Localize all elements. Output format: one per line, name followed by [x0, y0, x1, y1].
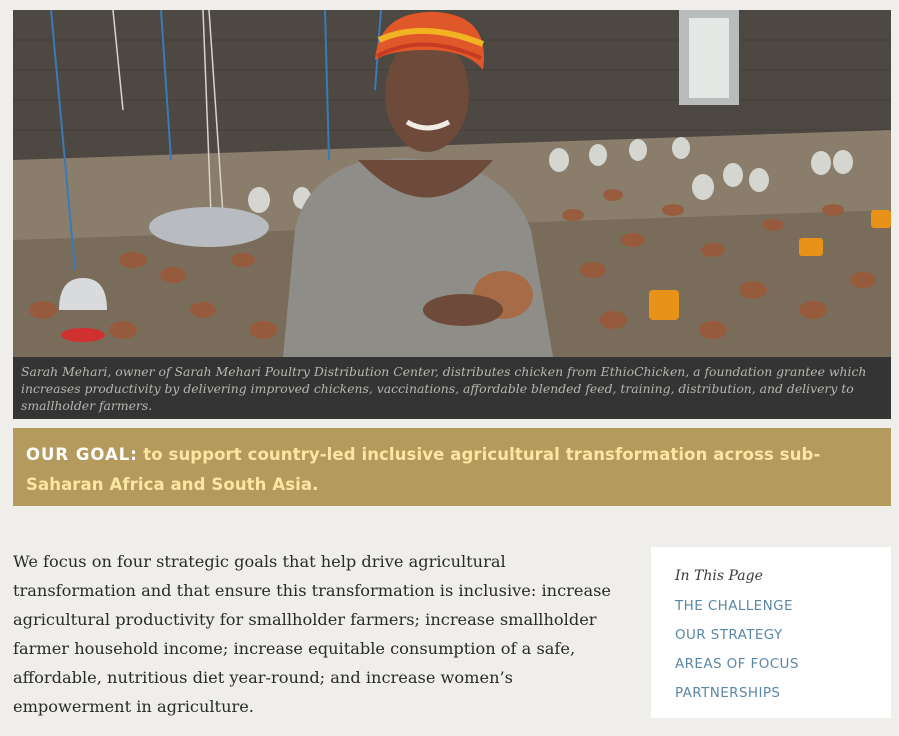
toc-link-our-strategy[interactable]: OUR STRATEGY: [675, 622, 867, 651]
intro-paragraph: We focus on four strategic goals that he…: [13, 552, 612, 716]
goal-banner: OUR GOAL: to support country-led inclusi…: [13, 428, 891, 506]
photo-illustration: [13, 10, 891, 357]
toc-link-areas-of-focus[interactable]: AREAS OF FOCUS: [675, 651, 867, 680]
goal-label: OUR GOAL:: [26, 445, 138, 464]
toc-link-partnerships[interactable]: PARTNERSHIPS: [675, 680, 867, 709]
toc-title: In This Page: [675, 568, 763, 584]
toc-link-the-challenge[interactable]: THE CHALLENGE: [675, 593, 867, 622]
goal-text: to support country-led inclusive agricul…: [26, 445, 821, 494]
photo-caption: Sarah Mehari, owner of Sarah Mehari Poul…: [13, 357, 891, 419]
in-this-page-nav: In This Page THE CHALLENGE OUR STRATEGY …: [651, 547, 891, 718]
hero-photo: [13, 10, 891, 357]
